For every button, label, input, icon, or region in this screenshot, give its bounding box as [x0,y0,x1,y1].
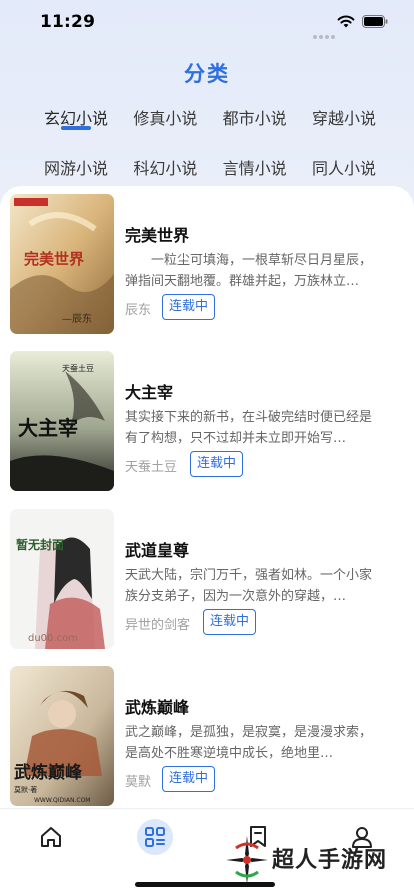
status-bar: 11:29 [0,0,414,46]
cover-site-text: du00.com [28,633,78,644]
book-description: 其实接下来的新书，在斗破完结时便已经是有了构想，只不过却并未立即开始写… [125,410,373,446]
cover-title-text: 武炼巅峰 [14,762,83,783]
category-xiuzhen[interactable]: 修真小说 [129,100,201,150]
book-author: 天蚕土豆 [125,460,178,475]
wifi-icon [337,15,355,28]
category-grid: 玄幻小说 修真小说 都市小说 穿越小说 网游小说 科幻小说 言情小说 同人小说 [40,100,380,200]
book-item[interactable]: 暂无封面 du00.com 武道皇尊 天武大陆，宗门万千，强者如林。一个小家族分… [10,509,410,649]
book-title[interactable]: 武炼巅峰 [125,694,189,718]
watermark-text: 超人手游网 [272,848,388,873]
book-item[interactable]: 武炼巅峰 莫默·著 WWW.QIDIAN.COM 武炼巅峰 武之巅峰，是孤独，是… [10,666,410,806]
book-description: 武之巅峰，是孤独，是寂寞，是漫漫求索，是高处不胜寒逆境中成长，绝地里… [125,725,373,761]
book-author: 莫默 [125,775,152,790]
book-item[interactable]: 大主宰 天蚕土豆 大主宰 其实接下来的新书，在斗破完结时便已经是有了构想，只不过… [10,351,410,491]
battery-icon [362,15,388,28]
book-list: 完美世界 —辰东 完美世界 一粒尘可填海，一根草斩尽日月星辰，弹指间天翻地覆。群… [0,186,414,808]
book-cover[interactable]: 大主宰 天蚕土豆 [10,351,114,491]
status-time: 11:29 [40,12,96,32]
tab-home[interactable] [33,819,69,855]
status-badge: 连载中 [203,609,257,635]
category-dushi[interactable]: 都市小说 [219,100,291,150]
watermark: 超人手游网 [222,820,414,896]
cover-title-text: 暂无封面 [16,537,64,552]
cover-author-text: 莫默·著 [14,785,37,794]
book-title[interactable]: 大主宰 [125,379,173,403]
book-cover[interactable]: 完美世界 —辰东 [10,194,114,334]
book-cover[interactable]: 武炼巅峰 莫默·著 WWW.QIDIAN.COM [10,666,114,806]
home-icon [41,827,61,847]
status-dots [313,24,337,43]
book-title[interactable]: 完美世界 [125,222,189,246]
status-badge: 连载中 [162,766,216,792]
cover-author-text: 天蚕土豆 [62,363,94,373]
book-author: 异世的剑客 [125,618,191,633]
cover-author-text: —辰东 [62,312,92,325]
book-item[interactable]: 完美世界 —辰东 完美世界 一粒尘可填海，一根草斩尽日月星辰，弹指间天翻地覆。群… [10,194,410,334]
category-icon [145,827,165,847]
cover-title-text: 完美世界 [24,250,84,268]
cover-site-text: WWW.QIDIAN.COM [34,797,91,804]
cover-title-text: 大主宰 [18,416,78,440]
book-description: 天武大陆，宗门万千，强者如林。一个小家族分支弟子，因为一次意外的穿越，… [125,568,373,604]
book-cover[interactable]: 暂无封面 du00.com [10,509,114,649]
category-chuanyue[interactable]: 穿越小说 [308,100,380,150]
book-author: 辰东 [125,303,152,318]
tab-category[interactable] [137,819,173,855]
book-description: 一粒尘可填海，一根草斩尽日月星辰，弹指间天翻地覆。群雄并起，万族林立… [125,253,373,289]
status-badge: 连载中 [162,294,216,320]
book-title[interactable]: 武道皇尊 [125,537,189,561]
category-xuanhuan[interactable]: 玄幻小说 [40,100,112,150]
status-badge: 连载中 [190,451,244,477]
watermark-logo-icon [226,836,268,884]
page-title: 分类 [184,62,230,86]
